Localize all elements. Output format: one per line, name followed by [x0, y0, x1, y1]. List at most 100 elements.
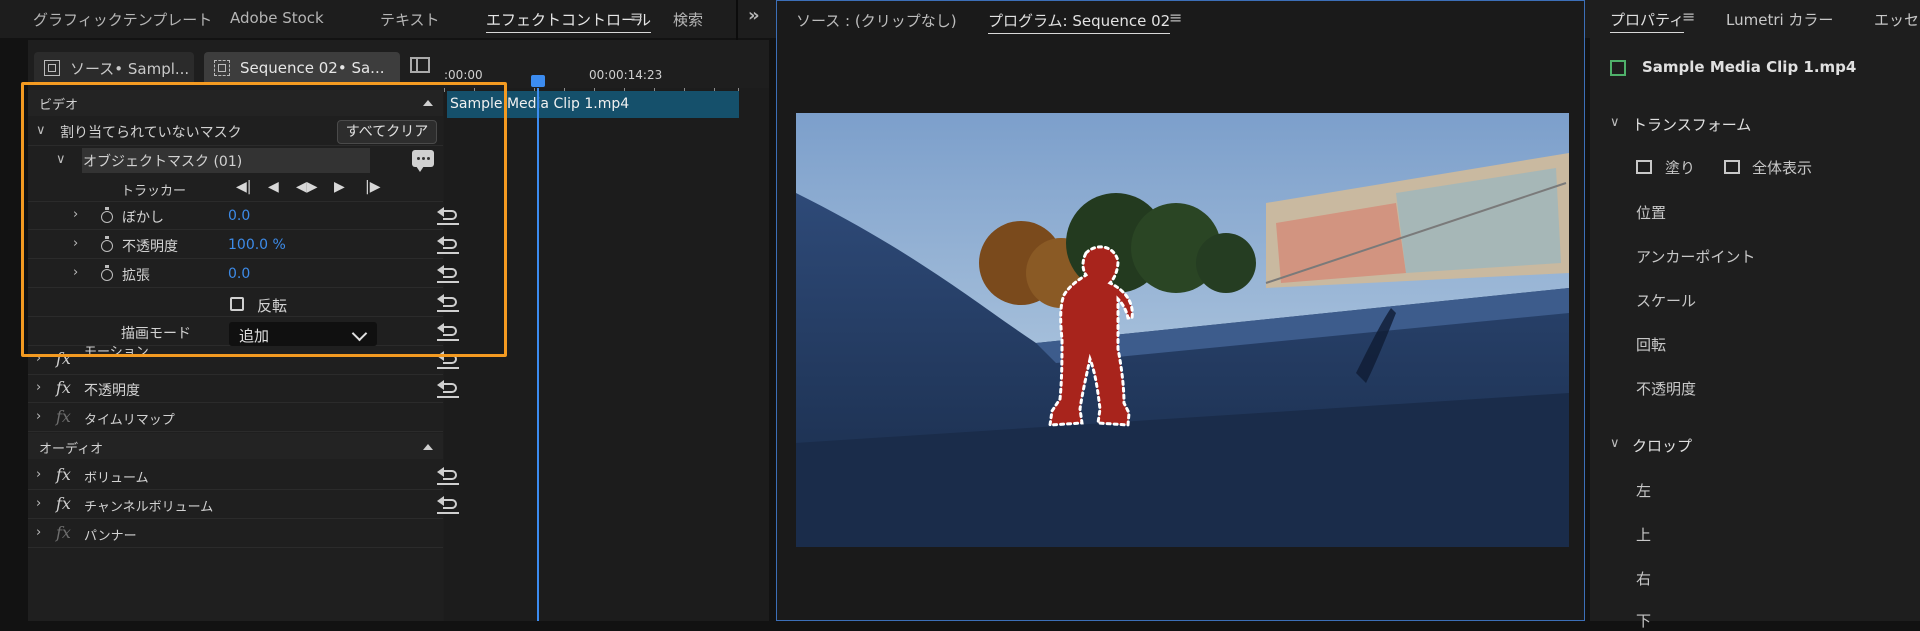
fx-icon[interactable]: fx — [56, 378, 71, 397]
chevron-down-icon[interactable]: ∨ — [1610, 115, 1620, 130]
tab-overflow-icon[interactable]: » — [748, 5, 760, 26]
reset-icon[interactable] — [437, 351, 461, 369]
reset-icon[interactable] — [437, 265, 461, 283]
position-label: 位置 — [1636, 204, 1667, 222]
chevron-down-icon[interactable]: ∨ — [1610, 436, 1620, 451]
sequence-icon — [214, 60, 230, 76]
crop-top-label: 上 — [1636, 526, 1652, 544]
video-frame[interactable] — [796, 113, 1569, 547]
tab-essential[interactable]: エッセン — [1874, 9, 1920, 30]
toggle-timeline-view-icon[interactable] — [410, 57, 430, 73]
chevron-right-icon[interactable]: › — [73, 207, 78, 222]
clip-icon — [1610, 60, 1626, 76]
chevron-down-icon[interactable]: ∨ — [56, 152, 66, 167]
reset-icon[interactable] — [437, 236, 461, 254]
collapse-up-icon[interactable] — [423, 444, 433, 450]
video-section-header[interactable]: ビデオ — [28, 90, 443, 116]
motion-row: › fx モーション — [28, 345, 459, 375]
source-monitor-title[interactable]: ソース : (クリップなし) — [796, 10, 957, 31]
chevron-down-icon[interactable]: ∨ — [36, 123, 46, 138]
reset-icon[interactable] — [437, 323, 461, 341]
fx-icon[interactable]: fx — [56, 494, 71, 513]
volume-row: › fx ボリューム — [28, 462, 459, 490]
sequence-clip-tab-label: Sequence 02• Sa... — [240, 59, 385, 77]
reset-icon[interactable] — [437, 380, 461, 398]
tab-text[interactable]: テキスト — [380, 9, 440, 30]
unassigned-mask-label: 割り当てられていないマスク — [60, 125, 242, 141]
mask-comment-icon[interactable] — [412, 150, 434, 172]
effect-timeline-area[interactable] — [444, 88, 769, 621]
blend-mode-select[interactable]: 追加 — [229, 322, 377, 346]
crop-header[interactable]: クロップ — [1632, 435, 1692, 456]
panner-row: › fx パンナー — [28, 520, 443, 548]
tab-graphics-templates[interactable]: グラフィックテンプレート — [33, 9, 212, 30]
clip-bar-label: Sample Media Clip 1.mp4 — [450, 96, 630, 112]
clip-tabs: ソース• Sampl... Sequence 02• Sa... — [28, 48, 443, 86]
crop-left-label: 左 — [1636, 482, 1652, 500]
timecode-start: :00:00 — [444, 68, 483, 82]
track-forward-one-icon[interactable]: |▶ — [365, 179, 380, 195]
clip-name: Sample Media Clip 1.mp4 — [1642, 58, 1857, 76]
fx-icon[interactable]: fx — [56, 523, 71, 542]
feather-value[interactable]: 0.0 — [228, 208, 250, 224]
tab-effect-controls[interactable]: エフェクトコントロール — [486, 9, 652, 33]
stopwatch-icon[interactable] — [101, 265, 113, 281]
video-section-label: ビデオ — [39, 98, 79, 113]
track-backward-icon[interactable]: ◀ — [268, 179, 279, 195]
chevron-right-icon[interactable]: › — [36, 380, 41, 395]
invert-label: 反転 — [257, 297, 288, 315]
fx-icon[interactable]: fx — [56, 465, 71, 484]
fx-icon[interactable]: fx — [56, 407, 71, 426]
chevron-right-icon[interactable]: › — [36, 351, 41, 366]
reset-icon[interactable] — [437, 207, 461, 225]
chevron-right-icon[interactable]: › — [73, 236, 78, 251]
chevron-right-icon[interactable]: › — [36, 496, 41, 511]
playhead-handle[interactable] — [531, 75, 545, 87]
source-clip-tab[interactable]: ソース• Sampl... — [34, 52, 194, 84]
scale-label: スケール — [1636, 292, 1697, 310]
fill-button[interactable]: 塗り — [1665, 157, 1695, 178]
expansion-value[interactable]: 0.0 — [228, 266, 250, 282]
transform-header[interactable]: トランスフォーム — [1632, 114, 1751, 135]
source-clip-tab-label: ソース• Sampl... — [70, 59, 190, 78]
reset-icon[interactable] — [437, 294, 461, 312]
clear-all-button[interactable]: すべてクリア — [337, 120, 437, 144]
tab-adobe-stock[interactable]: Adobe Stock — [230, 9, 324, 27]
mask-opacity-value[interactable]: 100.0 % — [228, 237, 286, 253]
properties-menu-icon[interactable]: ≡ — [1682, 7, 1695, 26]
track-backward-one-icon[interactable]: ◀| — [236, 179, 251, 195]
invert-checkbox[interactable] — [230, 297, 244, 311]
fill-icon[interactable] — [1636, 160, 1652, 174]
time-ruler[interactable]: :00:00 00:00:14:23 — [444, 64, 739, 92]
reset-icon[interactable] — [437, 496, 461, 514]
tab-lumetri-color[interactable]: Lumetri カラー — [1726, 9, 1833, 30]
tab-properties[interactable]: プロパティ — [1610, 9, 1685, 33]
blend-mode-label: 描画モード — [121, 326, 191, 342]
volume-label: ボリューム — [84, 471, 149, 486]
track-both-icon[interactable]: ◀▶ — [296, 179, 318, 195]
program-monitor-title[interactable]: プログラム: Sequence 02 — [988, 10, 1171, 34]
stopwatch-icon[interactable] — [101, 236, 113, 252]
fit-icon[interactable] — [1724, 160, 1740, 174]
fit-button[interactable]: 全体表示 — [1752, 157, 1812, 178]
crop-right-label: 右 — [1636, 570, 1652, 588]
fx-icon[interactable]: fx — [56, 349, 71, 368]
monitor-menu-icon[interactable]: ≡ — [1169, 8, 1182, 27]
channel-volume-row: › fx チャンネルボリューム — [28, 491, 459, 519]
tracker-label: トラッカー — [121, 184, 187, 199]
chevron-right-icon[interactable]: › — [36, 525, 41, 540]
collapse-up-icon[interactable] — [423, 100, 433, 106]
stopwatch-icon[interactable] — [101, 207, 113, 223]
sequence-clip-tab[interactable]: Sequence 02• Sa... — [204, 52, 400, 84]
fx-opacity-row: › fx 不透明度 — [28, 375, 459, 403]
chevron-right-icon[interactable]: › — [36, 467, 41, 482]
audio-section-header[interactable]: オーディオ — [28, 433, 443, 459]
chevron-right-icon[interactable]: › — [36, 409, 41, 424]
clip-bar[interactable]: Sample Media Clip 1.mp4 — [447, 91, 739, 118]
track-forward-icon[interactable]: ▶ — [334, 179, 345, 195]
panel-menu-icon[interactable]: ≡ — [630, 7, 643, 26]
reset-icon[interactable] — [437, 467, 461, 485]
tab-search[interactable]: 検索 — [673, 9, 703, 30]
object-mask-label: オブジェクトマスク (01) — [83, 154, 243, 170]
chevron-right-icon[interactable]: › — [73, 265, 78, 280]
